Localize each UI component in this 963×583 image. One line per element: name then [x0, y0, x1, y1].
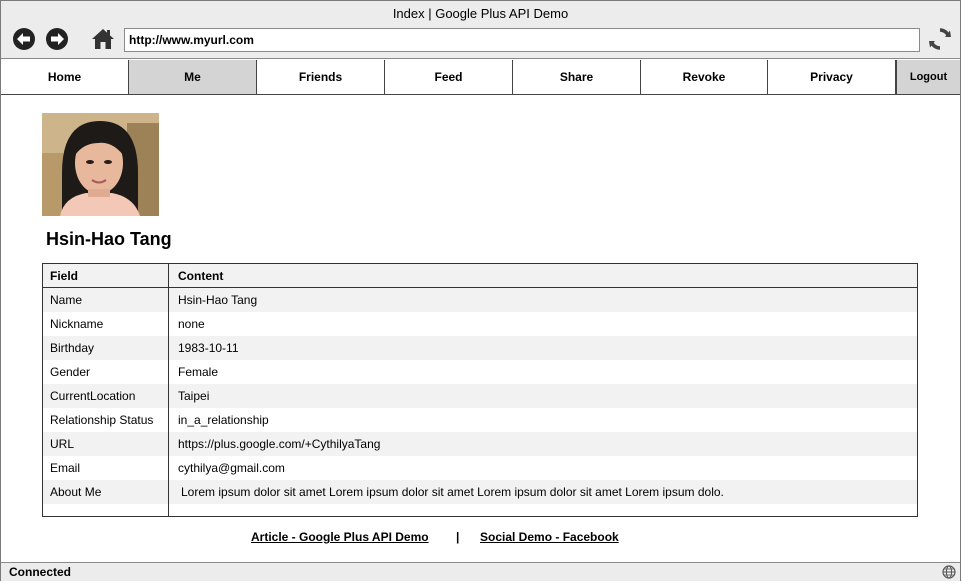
reload-icon — [929, 28, 951, 50]
home-icon — [92, 29, 114, 49]
logout-button[interactable]: Logout — [896, 60, 960, 94]
table-row: Relationship Status in_a_relationship — [43, 408, 917, 432]
globe-icon — [942, 565, 956, 579]
table-row: CurrentLocation Taipei — [43, 384, 917, 408]
row-field: URL — [50, 437, 75, 451]
row-field: Name — [50, 293, 83, 307]
row-content: cythilya@gmail.com — [178, 461, 285, 475]
row-field: Email — [50, 461, 81, 475]
row-field: CurrentLocation — [50, 389, 136, 403]
table-row: Birthday 1983-10-11 — [43, 336, 917, 360]
nav-tab-revoke[interactable]: Revoke — [641, 60, 768, 94]
row-content: in_a_relationship — [178, 413, 269, 427]
header-field: Field — [50, 269, 79, 283]
nav-tab-privacy[interactable]: Privacy — [768, 60, 896, 94]
table-header: Field Content — [43, 264, 917, 288]
footer-separator: | — [456, 530, 460, 544]
row-content: https://plus.google.com/+CythilyaTang — [178, 437, 381, 451]
row-content: 1983-10-11 — [178, 341, 239, 355]
app-nav-bar: Home Me Friends Feed Share Revoke Privac… — [1, 60, 960, 95]
avatar — [42, 113, 159, 216]
nav-tab-friends[interactable]: Friends — [257, 60, 385, 94]
home-button[interactable] — [91, 27, 115, 51]
nav-tab-home[interactable]: Home — [1, 60, 129, 94]
article-link[interactable]: Article - Google Plus API Demo — [251, 530, 429, 544]
table-row: Nickname none — [43, 312, 917, 336]
nav-tab-me[interactable]: Me — [129, 60, 257, 94]
table-row: Name Hsin-Hao Tang — [43, 288, 917, 312]
reload-button[interactable] — [927, 26, 953, 52]
row-field: Birthday — [50, 341, 95, 355]
table-row: URL https://plus.google.com/+CythilyaTan… — [43, 432, 917, 456]
browser-window: Index | Google Plus API Demo http://www.… — [0, 0, 961, 581]
profile-table: Field Content Name Hsin-Hao Tang Nicknam… — [42, 263, 918, 517]
profile-name: Hsin-Hao Tang — [46, 229, 172, 249]
table-row: Email cythilya@gmail.com — [43, 456, 917, 480]
row-field: Gender — [50, 365, 91, 379]
column-divider — [168, 264, 169, 516]
forward-button[interactable] — [45, 27, 69, 51]
header-content: Content — [178, 269, 224, 283]
row-content: Lorem ipsum dolor sit amet Lorem ipsum d… — [181, 485, 724, 499]
table-row: Gender Female — [43, 360, 917, 384]
row-content: none — [178, 317, 205, 331]
status-bar: Connected — [1, 562, 960, 581]
nav-tab-feed[interactable]: Feed — [385, 60, 513, 94]
row-field: Relationship Status — [50, 413, 154, 427]
row-content: Female — [178, 365, 219, 379]
back-button[interactable] — [12, 27, 36, 51]
row-field: About Me — [50, 485, 102, 499]
status-text: Connected — [9, 565, 72, 579]
profile-photo — [42, 113, 159, 216]
forward-arrow-icon — [46, 28, 68, 50]
row-content: Hsin-Hao Tang — [178, 293, 258, 307]
url-input[interactable]: http://www.myurl.com — [124, 28, 920, 52]
row-content: Taipei — [178, 389, 210, 403]
back-arrow-icon — [13, 28, 35, 50]
table-row: About Me Lorem ipsum dolor sit amet Lore… — [43, 480, 917, 504]
window-title: Index | Google Plus API Demo — [392, 6, 569, 21]
row-field: Nickname — [50, 317, 104, 331]
browser-toolbar: Index | Google Plus API Demo http://www.… — [1, 1, 960, 59]
facebook-demo-link[interactable]: Social Demo - Facebook — [480, 530, 619, 544]
nav-tab-share[interactable]: Share — [513, 60, 641, 94]
